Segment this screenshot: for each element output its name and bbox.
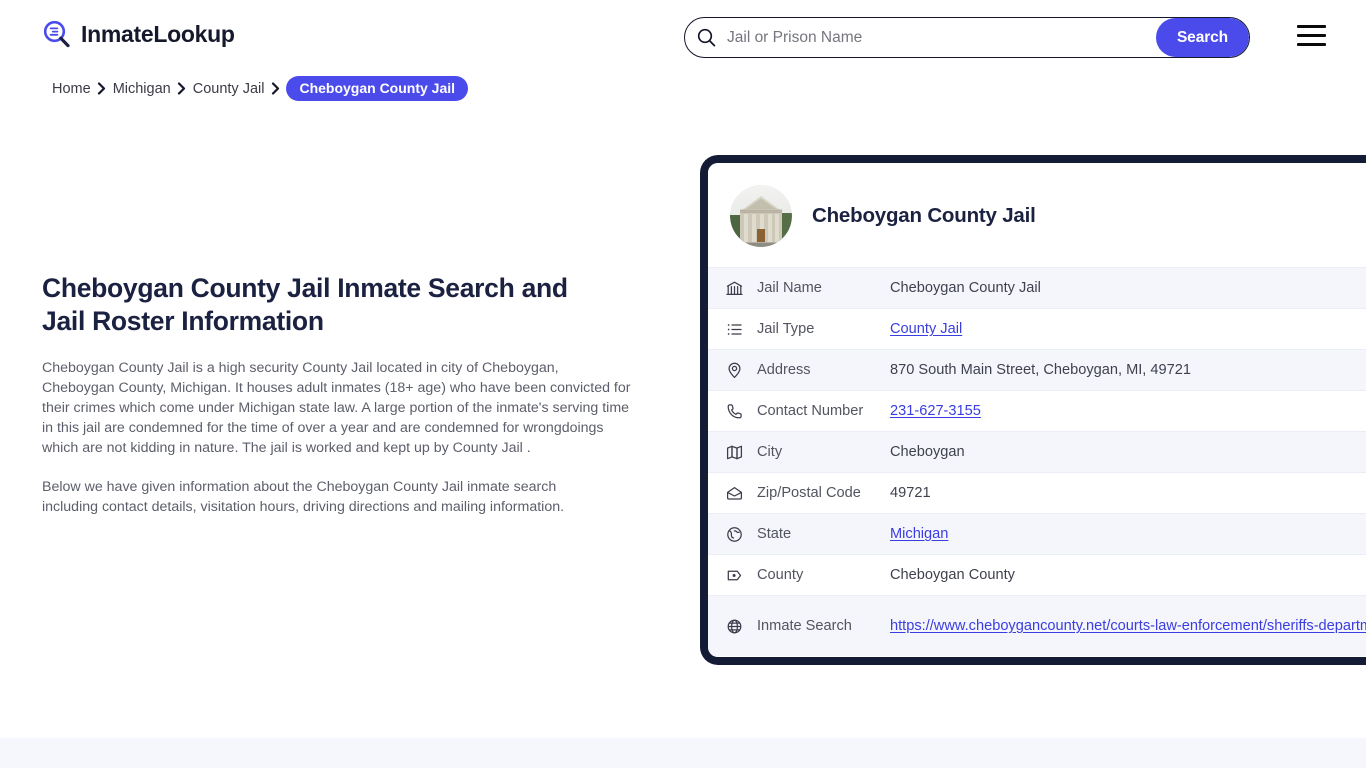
breadcrumb: Home Michigan County Jail Cheboygan Coun… (52, 76, 469, 101)
table-row: Jail Name Cheboygan County Jail (708, 267, 1366, 308)
chevron-right-icon (91, 82, 113, 96)
page-title: Cheboygan County Jail Inmate Search and … (42, 273, 568, 336)
breadcrumb-item-home[interactable]: Home (52, 81, 91, 97)
chevron-right-icon (171, 82, 193, 96)
map-icon (708, 444, 743, 461)
table-row: County Cheboygan County (708, 554, 1366, 595)
phone-icon (708, 403, 743, 420)
courthouse-photo (730, 185, 792, 247)
site-logo[interactable]: InmateLookup (42, 19, 235, 49)
envelope-icon (708, 485, 743, 502)
article-column: Cheboygan County Jail Inmate Search and … (42, 272, 642, 517)
chevron-right-icon (264, 82, 286, 96)
site-header: InmateLookup Search (0, 0, 1366, 74)
breadcrumb-item-michigan[interactable]: Michigan (113, 81, 171, 97)
hamburger-bar (1297, 43, 1326, 46)
globe-icon (708, 526, 743, 543)
hamburger-bar (1297, 25, 1326, 28)
county-map-icon (708, 567, 743, 584)
row-value: Michigan (890, 526, 1366, 542)
table-row: Contact Number 231-627-3155 (708, 390, 1366, 431)
jail-details-table: Jail Name Cheboygan County Jail Jail Typ… (708, 267, 1366, 656)
card-header: Cheboygan County Jail (708, 163, 1366, 267)
intro-paragraph: Cheboygan County Jail is a high security… (42, 360, 631, 456)
web-globe-icon (708, 618, 743, 635)
search-bar[interactable]: Search (684, 17, 1250, 58)
row-label: Jail Name (757, 280, 822, 296)
row-label: Contact Number (757, 403, 864, 419)
table-row: Zip/Postal Code 49721 (708, 472, 1366, 513)
row-label: Zip/Postal Code (757, 485, 861, 501)
row-value: County Jail (890, 321, 1366, 337)
list-icon (708, 321, 743, 338)
row-value: Cheboygan County Jail (890, 280, 1041, 296)
inmate-search-link[interactable]: https://www.cheboygancounty.net/courts-l… (890, 616, 1366, 636)
row-value: 231-627-3155 (890, 403, 1366, 419)
row-value: Cheboygan County (890, 567, 1015, 583)
row-label: Jail Type (757, 321, 815, 337)
hamburger-menu-icon[interactable] (1297, 25, 1326, 46)
table-row: City Cheboygan (708, 431, 1366, 472)
footer-band (0, 738, 1366, 768)
search-button[interactable]: Search (1156, 18, 1249, 57)
state-link[interactable]: Michigan (890, 526, 948, 542)
table-row: Jail Type County Jail (708, 308, 1366, 349)
bank-icon (708, 280, 743, 297)
row-value: 870 South Main Street, Cheboygan, MI, 49… (890, 362, 1191, 378)
card-title: Cheboygan County Jail (812, 204, 1036, 227)
breadcrumb-current-page: Cheboygan County Jail (286, 76, 469, 101)
table-row: Inmate Search https://www.cheboygancount… (708, 595, 1366, 656)
phone-link[interactable]: 231-627-3155 (890, 403, 981, 419)
breadcrumb-item-county-jail[interactable]: County Jail (193, 81, 265, 97)
page-root: InmateLookup Search Home Michigan (0, 0, 1366, 768)
logo-text: InmateLookup (81, 20, 235, 47)
jail-info-card: Cheboygan County Jail Jail Name Cheboyga… (700, 155, 1366, 665)
table-row: Address 870 South Main Street, Cheboygan… (708, 349, 1366, 390)
row-label: City (757, 444, 783, 460)
row-value: https://www.cheboygancounty.net/courts-l… (890, 616, 1366, 636)
hamburger-bar (1297, 34, 1326, 37)
row-label: Inmate Search (757, 618, 852, 634)
search-input[interactable] (727, 18, 1156, 57)
table-row: State Michigan (708, 513, 1366, 554)
row-label: Address (757, 362, 811, 378)
row-value: Cheboygan (890, 444, 965, 460)
row-value: 49721 (890, 485, 931, 501)
row-label: County (757, 567, 804, 583)
search-icon (685, 18, 727, 57)
magnifier-list-icon (42, 19, 72, 49)
map-pin-icon (708, 362, 743, 379)
jail-type-link[interactable]: County Jail (890, 321, 962, 337)
secondary-paragraph: Below we have given information about th… (42, 479, 565, 515)
row-label: State (757, 526, 792, 542)
